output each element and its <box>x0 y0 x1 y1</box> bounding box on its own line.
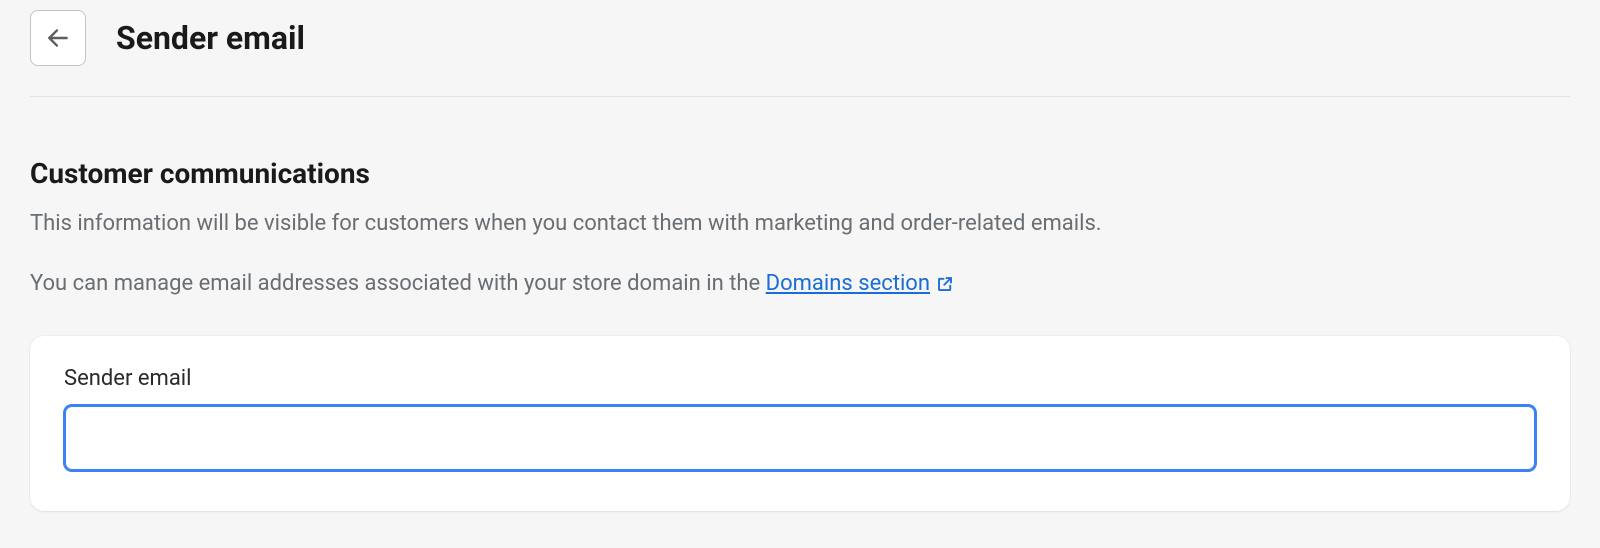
arrow-left-icon <box>45 25 71 51</box>
section-note-prefix: You can manage email addresses associate… <box>30 271 766 296</box>
section-title: Customer communications <box>30 157 1570 190</box>
external-link-icon <box>936 275 954 293</box>
sender-email-input[interactable] <box>64 405 1536 471</box>
page-header: Sender email <box>30 0 1570 97</box>
sender-email-label: Sender email <box>64 366 1536 391</box>
domains-section-link[interactable]: Domains section <box>766 268 954 300</box>
back-button[interactable] <box>30 10 86 66</box>
section-note: You can manage email addresses associate… <box>30 268 1570 300</box>
customer-communications-section: Customer communications This information… <box>30 97 1570 511</box>
section-description: This information will be visible for cus… <box>30 208 1570 240</box>
sender-email-card: Sender email <box>30 336 1570 511</box>
domains-link-label: Domains section <box>766 268 930 300</box>
page-title: Sender email <box>116 19 305 57</box>
